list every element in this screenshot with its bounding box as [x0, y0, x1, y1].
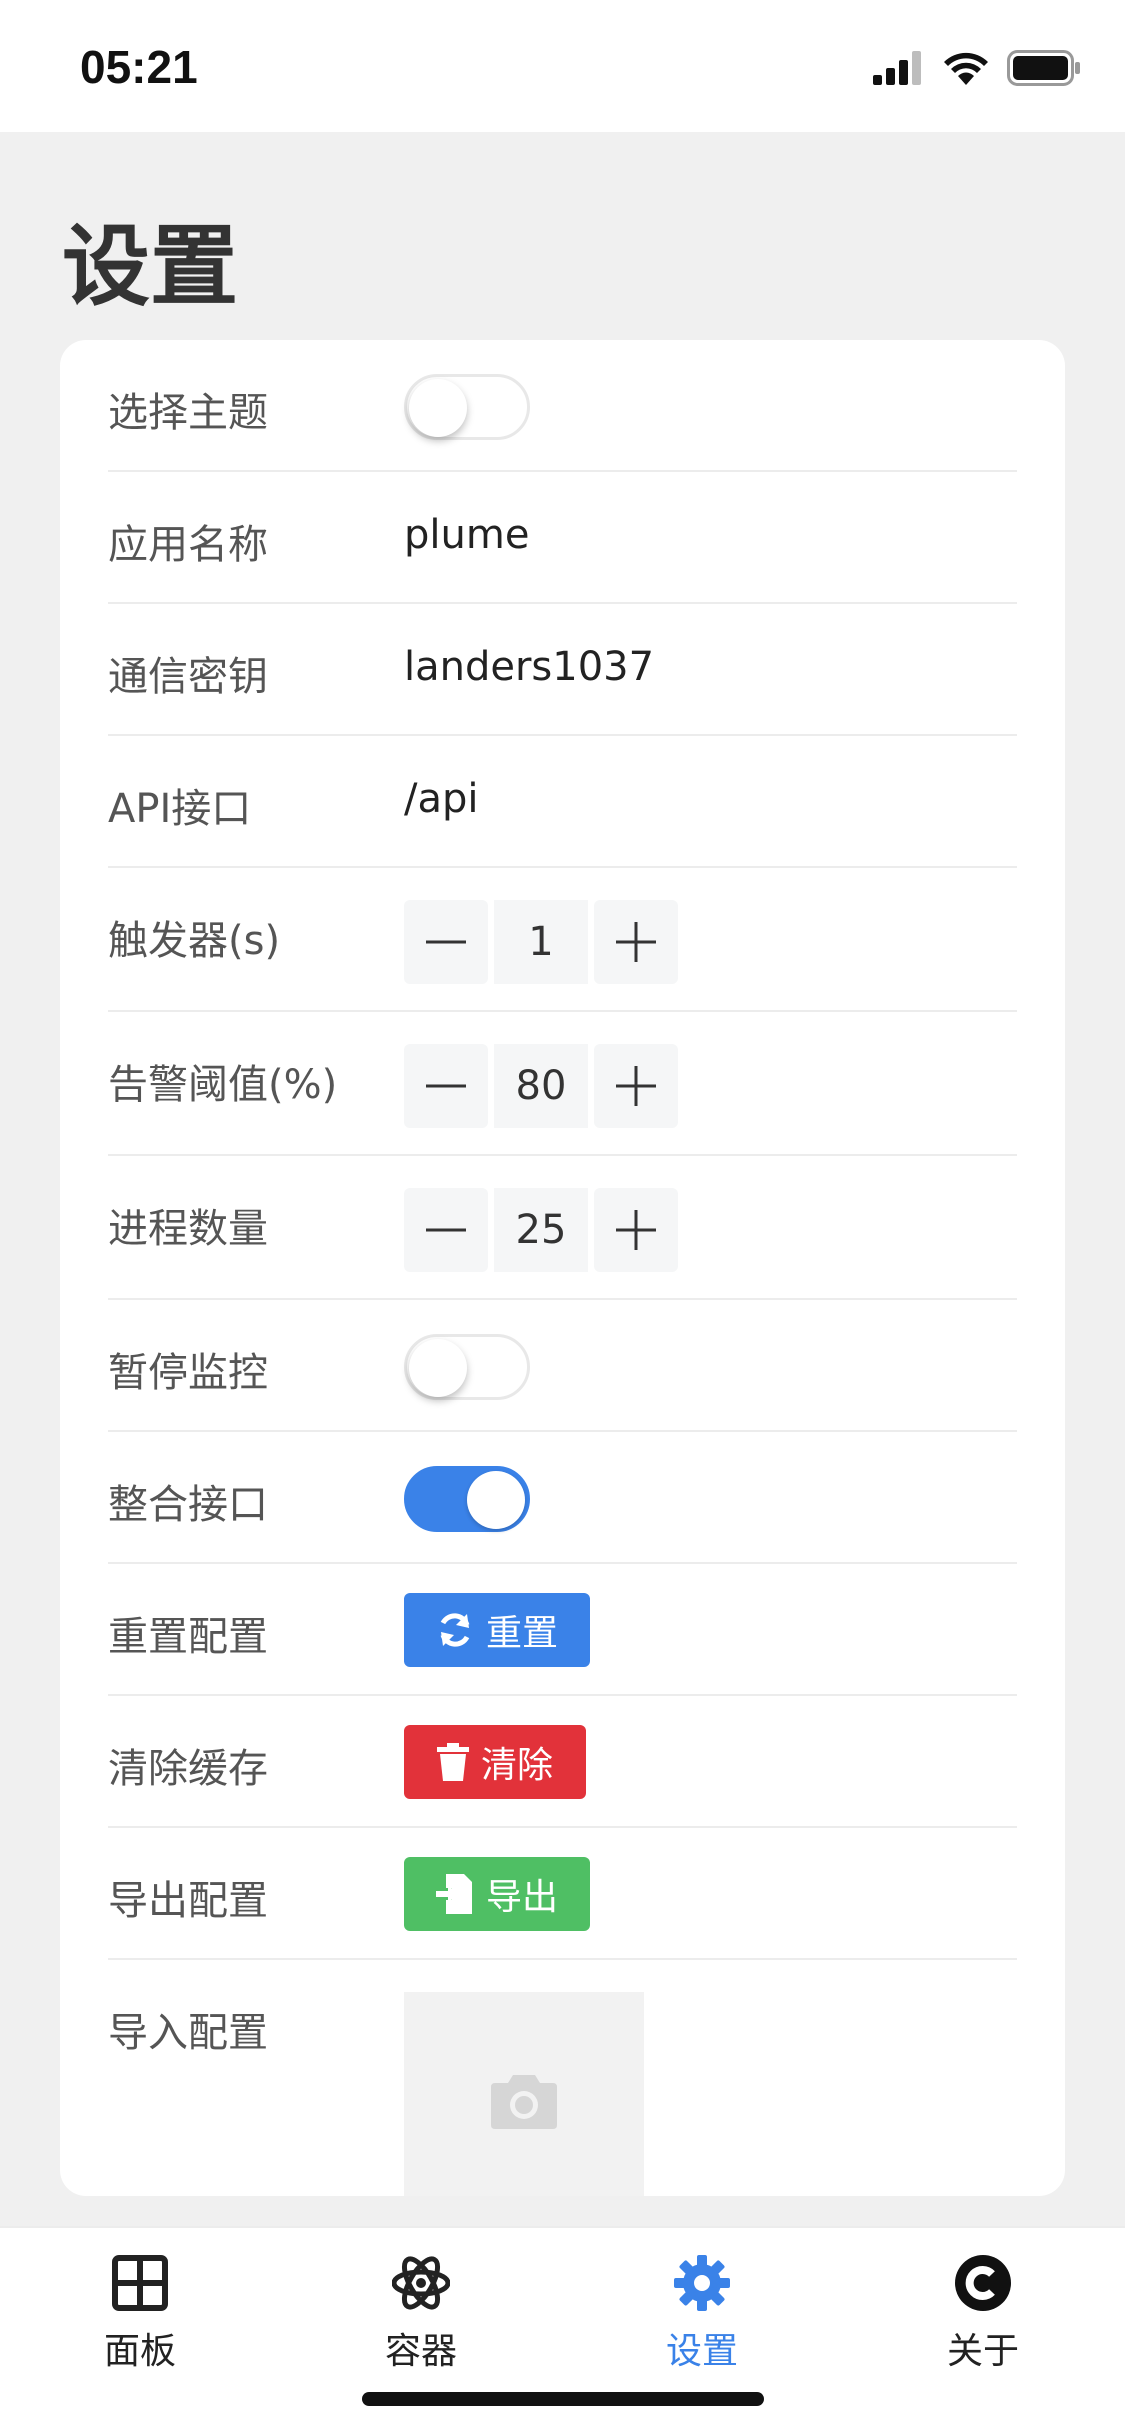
theme-toggle[interactable] — [404, 374, 530, 440]
clear-label: 清除缓存 — [108, 1746, 268, 1792]
trash-icon — [436, 1743, 469, 1781]
setting-row-trigger: 触发器(s) 1 — [108, 868, 1017, 1012]
tab-settings[interactable]: 设置 — [622, 2254, 782, 2384]
plus-icon — [616, 1210, 656, 1250]
tab-panel[interactable]: 面板 — [60, 2254, 220, 2384]
process-value[interactable]: 25 — [494, 1188, 588, 1272]
setting-row-theme: 选择主题 — [108, 340, 1017, 472]
reset-label: 重置配置 — [108, 1614, 268, 1660]
clear-button[interactable]: 清除 — [404, 1725, 586, 1799]
tab-containers[interactable]: 容器 — [341, 2254, 501, 2384]
tab-label: 设置 — [665, 2331, 738, 2372]
decrement-button[interactable] — [404, 900, 488, 984]
gear-icon — [673, 2254, 731, 2312]
minus-icon — [426, 1228, 466, 1232]
pause-toggle[interactable] — [404, 1334, 530, 1400]
increment-button[interactable] — [594, 1044, 678, 1128]
app-name-input[interactable]: plume — [404, 512, 529, 558]
toggle-knob — [409, 1339, 467, 1397]
increment-button[interactable] — [594, 1188, 678, 1272]
minus-icon — [426, 1084, 466, 1088]
toggle-knob — [409, 379, 467, 437]
toggle-knob — [467, 1471, 525, 1529]
export-button-label: 导出 — [485, 1877, 558, 1918]
setting-row-reset: 重置配置 重置 — [108, 1564, 1017, 1696]
reset-button-label: 重置 — [485, 1613, 558, 1654]
tab-about[interactable]: 关于 — [903, 2254, 1063, 2384]
clear-button-label: 清除 — [480, 1745, 553, 1786]
merge-label: 整合接口 — [108, 1482, 268, 1528]
settings-card: 选择主题 应用名称 plume 通信密钥 landers1037 API接口 /… — [60, 340, 1065, 2196]
c-circle-icon — [954, 2254, 1012, 2312]
camera-icon — [491, 2075, 557, 2129]
api-label: API接口 — [108, 786, 252, 832]
import-label: 导入配置 — [108, 2010, 268, 2056]
status-bar: 05:21 — [0, 0, 1125, 132]
battery-icon — [1007, 50, 1080, 86]
trigger-label: 触发器(s) — [108, 918, 281, 964]
secret-label: 通信密钥 — [108, 654, 268, 700]
plus-icon — [616, 922, 656, 962]
alert-label: 告警阈值(%) — [108, 1062, 338, 1108]
setting-row-api: API接口 /api — [108, 736, 1017, 868]
signal-icon — [873, 51, 921, 85]
setting-row-pause: 暂停监控 — [108, 1300, 1017, 1432]
setting-row-clear: 清除缓存 清除 — [108, 1696, 1017, 1828]
trigger-stepper: 1 — [404, 900, 678, 984]
file-export-icon — [435, 1874, 472, 1914]
page-title: 设置 — [62, 215, 239, 318]
export-button[interactable]: 导出 — [404, 1857, 590, 1931]
setting-row-merge: 整合接口 — [108, 1432, 1017, 1564]
atom-icon — [392, 2254, 450, 2312]
app-name-label: 应用名称 — [108, 522, 268, 568]
reset-button[interactable]: 重置 — [404, 1593, 590, 1667]
alert-stepper: 80 — [404, 1044, 678, 1128]
decrement-button[interactable] — [404, 1188, 488, 1272]
setting-row-export: 导出配置 导出 — [108, 1828, 1017, 1960]
increment-button[interactable] — [594, 900, 678, 984]
tab-label: 面板 — [103, 2331, 176, 2372]
refresh-icon — [440, 1613, 470, 1647]
process-label: 进程数量 — [108, 1206, 268, 1252]
secret-input[interactable]: landers1037 — [404, 644, 654, 690]
import-uploader[interactable] — [404, 1992, 644, 2196]
decrement-button[interactable] — [404, 1044, 488, 1128]
plus-icon — [616, 1066, 656, 1106]
setting-row-secret: 通信密钥 landers1037 — [108, 604, 1017, 736]
merge-toggle[interactable] — [404, 1466, 530, 1532]
api-input[interactable]: /api — [404, 776, 479, 822]
setting-row-process: 进程数量 25 — [108, 1156, 1017, 1300]
setting-row-app-name: 应用名称 plume — [108, 472, 1017, 604]
process-stepper: 25 — [404, 1188, 678, 1272]
grid-icon — [111, 2254, 169, 2312]
theme-label: 选择主题 — [108, 390, 268, 436]
setting-row-alert: 告警阈值(%) 80 — [108, 1012, 1017, 1156]
trigger-value[interactable]: 1 — [494, 900, 588, 984]
wifi-icon — [944, 52, 988, 85]
minus-icon — [426, 940, 466, 944]
status-time: 05:21 — [80, 41, 198, 93]
tab-label: 容器 — [384, 2331, 457, 2372]
export-label: 导出配置 — [108, 1878, 268, 1924]
pause-label: 暂停监控 — [108, 1350, 268, 1396]
home-indicator — [362, 2392, 764, 2406]
alert-value[interactable]: 80 — [494, 1044, 588, 1128]
status-icons — [873, 48, 1081, 88]
tab-label: 关于 — [946, 2331, 1019, 2372]
